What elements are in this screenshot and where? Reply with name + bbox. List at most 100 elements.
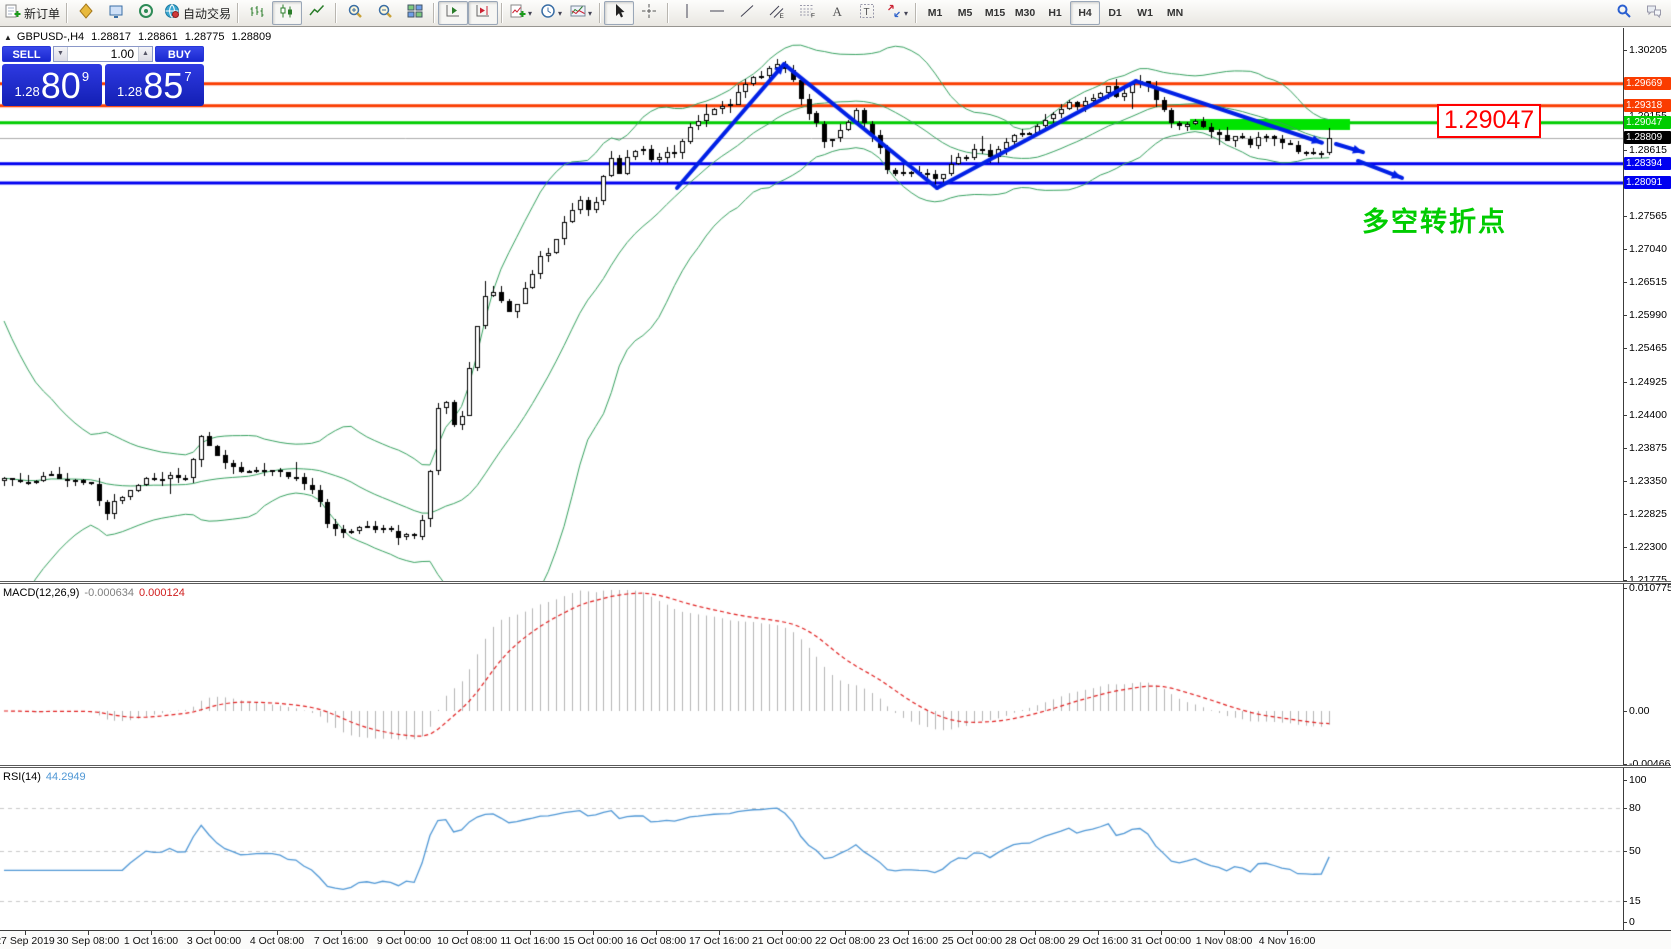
- toolbar-cursor-button[interactable]: [604, 1, 635, 25]
- price-axis-tick-label: 1.25990: [1629, 309, 1667, 321]
- cursor-icon: [611, 3, 627, 24]
- time-axis-label: 28 Oct 08:00: [1004, 935, 1066, 947]
- rsi-axis-tick-label: 100: [1629, 774, 1647, 786]
- sell-price-display[interactable]: 1.28 80 9: [2, 64, 102, 106]
- buy-button[interactable]: BUY: [155, 46, 204, 62]
- tf-h1-label: H1: [1048, 7, 1062, 19]
- time-axis-label: 29 Oct 16:00: [1067, 935, 1129, 947]
- macd-pane-canvas[interactable]: [0, 584, 1623, 765]
- chevron-down-icon[interactable]: ▾: [904, 9, 908, 18]
- price-axis-tick-label: 1.28615: [1629, 144, 1667, 156]
- sell-price-big: 80: [40, 65, 81, 106]
- toolbar-new-order-button[interactable]: 新订单: [2, 1, 63, 25]
- price-axis-tick-label: 1.22300: [1629, 541, 1667, 553]
- volume-increase-icon[interactable]: ▲: [138, 47, 152, 61]
- bar-chart-icon: [249, 3, 265, 24]
- toolbar-zoom-out-button[interactable]: [370, 1, 400, 25]
- toolbar-vertical-line-button[interactable]: [672, 1, 702, 25]
- toolbar-trend-line-button[interactable]: [732, 1, 762, 25]
- crosshair-icon: [641, 3, 657, 24]
- toolbar-tf-m15-button[interactable]: M15: [980, 1, 1010, 25]
- sell-price-prefix: 1.28: [14, 84, 40, 99]
- time-axis-label: 9 Oct 00:00: [376, 935, 432, 947]
- toolbar-tf-h1-button[interactable]: H1: [1040, 1, 1070, 25]
- toolbar-fibonacci-button[interactable]: F: [792, 1, 822, 25]
- toolbar-separator: [237, 3, 240, 23]
- templates-icon: [570, 3, 586, 24]
- ohlc-low: 1.28775: [184, 31, 225, 43]
- collapse-icon[interactable]: ▲: [4, 33, 12, 42]
- toolbar-crosshair-button[interactable]: [634, 1, 664, 25]
- ohlc-open: 1.28817: [91, 31, 131, 43]
- toolbar-tf-d1-button[interactable]: D1: [1100, 1, 1130, 25]
- tf-m30-label: M30: [1014, 7, 1036, 19]
- toolbar-tf-mn-button[interactable]: MN: [1160, 1, 1190, 25]
- volume-decrease-icon[interactable]: ▼: [54, 47, 68, 61]
- horizontal-line-icon: [709, 3, 725, 24]
- time-axis-label: 23 Oct 16:00: [877, 935, 939, 947]
- toolbar-market-watch-button[interactable]: [71, 1, 101, 25]
- toolbar-periods-button[interactable]: ▾: [536, 1, 566, 25]
- toolbar-auto-scroll-button[interactable]: [438, 1, 469, 25]
- toolbar-equidistant-channel-button[interactable]: E: [762, 1, 792, 25]
- time-axis-label: 15 Oct 00:00: [562, 935, 624, 947]
- indicators-icon: [510, 3, 526, 24]
- toolbar-tf-m30-button[interactable]: M30: [1010, 1, 1040, 25]
- pane-separator[interactable]: [0, 765, 1671, 768]
- toolbar-tf-m1-button[interactable]: M1: [920, 1, 950, 25]
- toolbar-tile-windows-button[interactable]: [400, 1, 430, 25]
- autotrading-label: 自动交易: [183, 6, 232, 21]
- toolbar-tf-w1-button[interactable]: W1: [1130, 1, 1160, 25]
- chevron-down-icon[interactable]: ▾: [558, 9, 562, 18]
- one-click-trading-panel: SELL ▼ ▲ BUY 1.28 80 9 1.28 85 7: [2, 46, 204, 106]
- toolbar-line-chart-button[interactable]: [302, 1, 332, 25]
- toolbar-candle-chart-button[interactable]: [272, 1, 303, 25]
- chevron-down-icon[interactable]: ▾: [528, 9, 532, 18]
- toolbar-indicators-button[interactable]: ▾: [506, 1, 536, 25]
- toolbar-horizontal-line-button[interactable]: [702, 1, 732, 25]
- main-toolbar: 新订单 自动交易 ▾ ▾ ▾ E F A T ▾ M1 M5 M15 M30 H1 H4 D1 W1 MN: [0, 0, 1671, 27]
- sell-price-pip: 9: [81, 69, 90, 84]
- strategy-tester-icon: [138, 3, 154, 24]
- price-axis-tick: [1623, 547, 1627, 548]
- toolbar-text-button[interactable]: A: [822, 1, 852, 25]
- text-icon: A: [829, 3, 845, 24]
- price-level-badge: 1.29047: [1624, 116, 1671, 129]
- price-chart-canvas[interactable]: [0, 28, 1623, 581]
- chart-ohlc-header: ▲ GBPUSD-,H4 1.28817 1.28861 1.28775 1.2…: [4, 31, 271, 43]
- rsi-axis-tick: [1623, 851, 1627, 852]
- chevron-down-icon[interactable]: ▾: [588, 9, 592, 18]
- equidistant-channel-icon: E: [769, 3, 785, 24]
- toolbar-autotrading-button[interactable]: 自动交易: [161, 1, 234, 25]
- tf-d1-label: D1: [1108, 7, 1122, 19]
- toolbar-chart-shift-button[interactable]: [468, 1, 499, 25]
- price-axis-tick-label: 1.27565: [1629, 210, 1667, 222]
- auto-scroll-icon: [445, 3, 461, 24]
- toolbar-templates-button[interactable]: ▾: [566, 1, 596, 25]
- toolbar-strategy-tester-button[interactable]: [131, 1, 161, 25]
- time-axis-label: 1 Nov 08:00: [1195, 935, 1253, 947]
- new-order-label: 新订单: [24, 6, 61, 21]
- time-axis-label: 25 Oct 00:00: [941, 935, 1003, 947]
- buy-price-big: 85: [143, 65, 184, 106]
- buy-price-display[interactable]: 1.28 85 7: [104, 64, 204, 106]
- macd-axis-tick-label: -0.004668: [1629, 758, 1671, 770]
- price-axis-tick-label: 1.23875: [1629, 442, 1667, 454]
- zoom-in-icon: [347, 3, 363, 24]
- volume-input[interactable]: [68, 47, 138, 61]
- toolbar-text-label-button[interactable]: T: [852, 1, 882, 25]
- svg-text:T: T: [864, 7, 870, 18]
- sell-button[interactable]: SELL: [2, 46, 51, 62]
- toolbar-bar-chart-button[interactable]: [242, 1, 272, 25]
- toolbar-zoom-in-button[interactable]: [340, 1, 370, 25]
- toolbar-tf-m5-button[interactable]: M5: [950, 1, 980, 25]
- toolbar-tf-h4-button[interactable]: H4: [1070, 1, 1101, 25]
- toolbar-arrows-button[interactable]: ▾: [882, 1, 912, 25]
- pane-separator[interactable]: [0, 581, 1671, 584]
- rsi-pane-canvas[interactable]: [0, 768, 1623, 930]
- time-axis-label: 4 Nov 16:00: [1258, 935, 1316, 947]
- new-order-icon: [5, 3, 21, 24]
- toolbar-separator: [66, 3, 69, 23]
- macd-axis-tick: [1623, 711, 1627, 712]
- toolbar-data-window-button[interactable]: [101, 1, 131, 25]
